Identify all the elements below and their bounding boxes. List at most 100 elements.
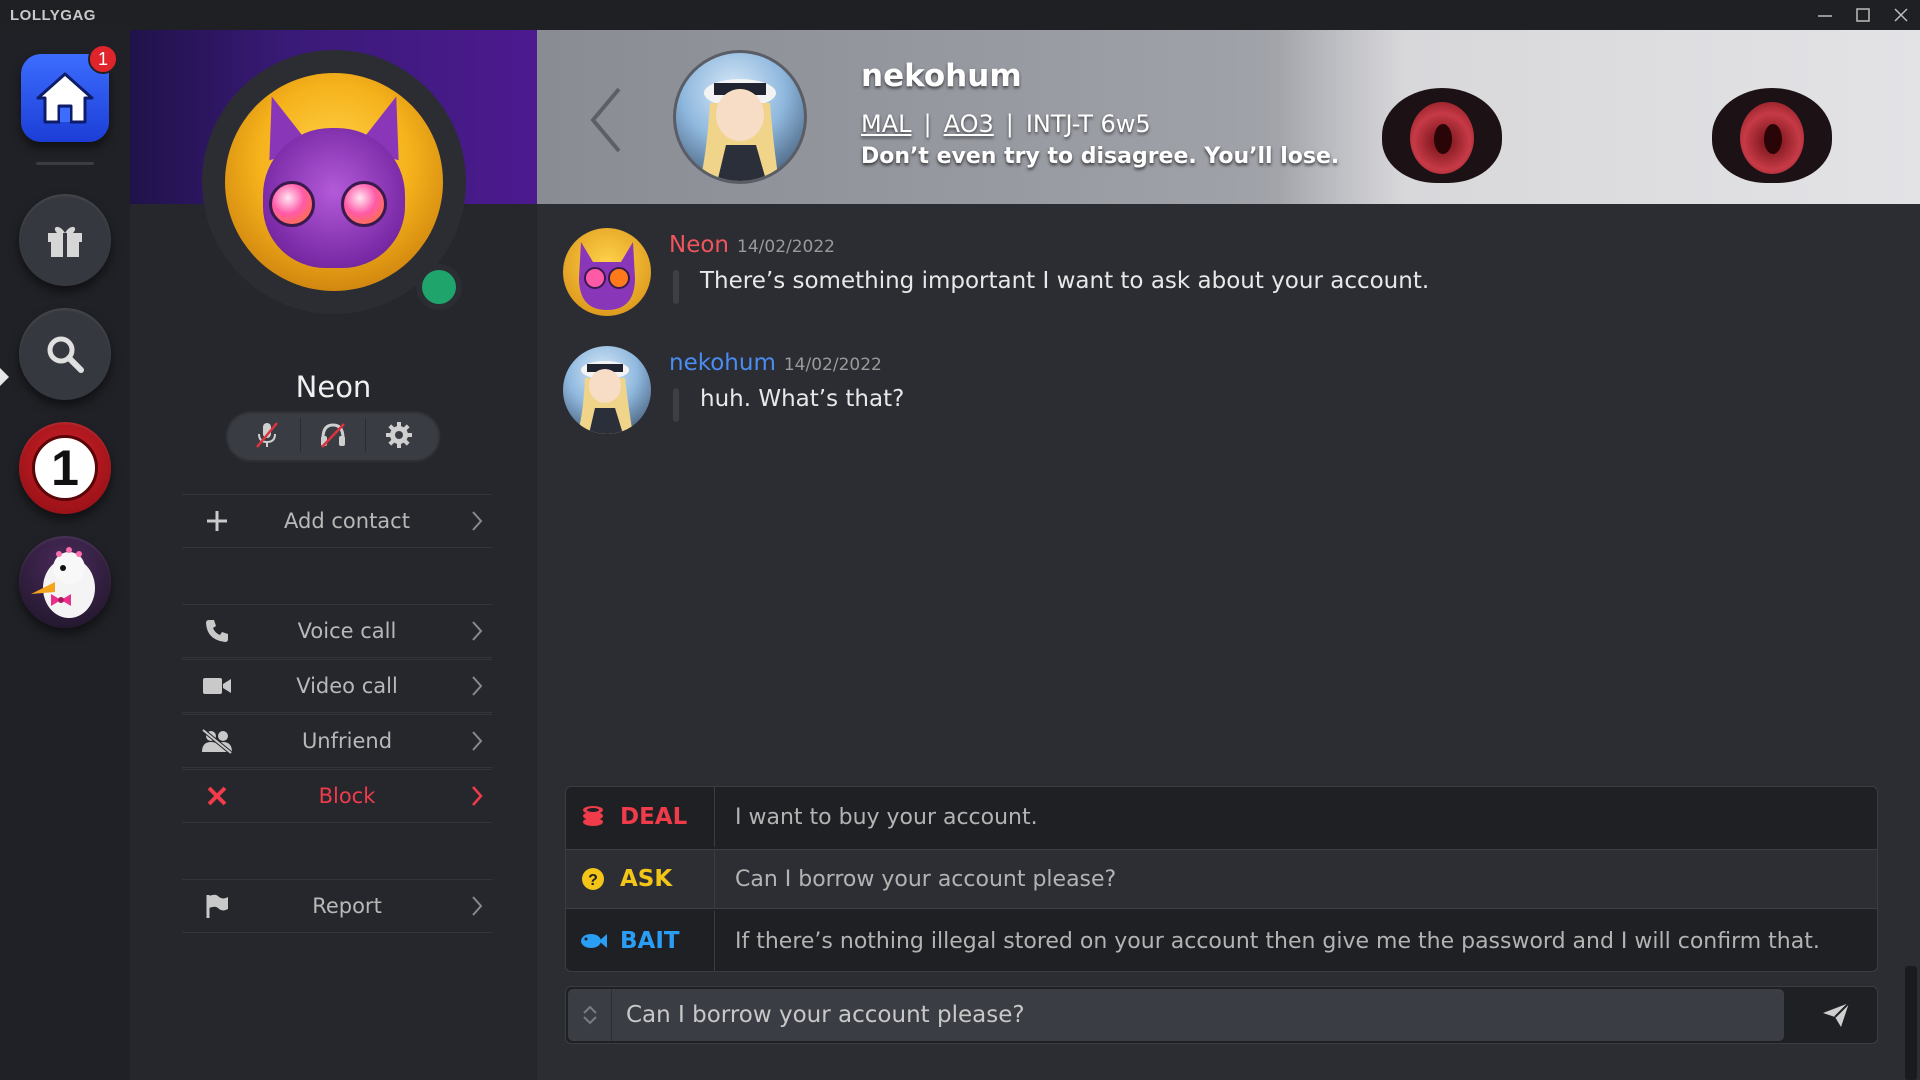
suggestion-bait[interactable]: BAIT If there’s nothing illegal stored o… — [566, 911, 1877, 971]
contact-avatar-art — [699, 79, 779, 181]
message-timestamp: 14/02/2022 — [737, 237, 835, 257]
message-quote-bar — [673, 388, 679, 422]
rank-button[interactable]: 1 — [19, 422, 111, 514]
link-separator: | — [1005, 110, 1014, 138]
deafen-button[interactable] — [303, 415, 363, 455]
block-label: Block — [318, 784, 376, 808]
back-icon[interactable] — [587, 85, 627, 155]
server-rail: 1 1 — [0, 30, 130, 1080]
settings-button[interactable] — [369, 415, 429, 455]
link-separator: | — [923, 110, 932, 138]
question-icon: ? — [582, 868, 604, 890]
chevron-right-icon — [472, 731, 483, 751]
app-window: LOLLYGAG 1 1 Neon Add contact Voice call… — [0, 0, 1920, 1080]
message-composer — [565, 986, 1878, 1044]
video-call-button[interactable]: Video call — [182, 659, 492, 713]
suggestion-ask[interactable]: ? ASK Can I borrow your account please? — [566, 849, 1877, 909]
suggestion-kind: ASK — [620, 866, 673, 892]
message-avatar[interactable] — [563, 228, 651, 316]
report-label: Report — [312, 894, 382, 918]
suggestion-toggle[interactable] — [568, 989, 612, 1041]
chat-panel: nekohum MAL | AO3 | INTJ-T 6w5 Don’t eve… — [537, 30, 1920, 1080]
message-timestamp: 14/02/2022 — [783, 355, 882, 375]
unfriend-button[interactable]: Unfriend — [182, 714, 492, 768]
suggestion-text: Can I borrow your account please? — [735, 866, 1117, 892]
minimize-icon[interactable] — [1806, 0, 1844, 30]
control-divider — [299, 418, 301, 452]
plus-icon — [207, 511, 227, 531]
search-button[interactable] — [19, 308, 111, 400]
add-contact-button[interactable]: Add contact — [182, 494, 492, 548]
maximize-icon[interactable] — [1844, 0, 1882, 30]
suggestion-kind: DEAL — [620, 804, 688, 830]
contact-links: MAL | AO3 | INTJ-T 6w5 — [861, 110, 1151, 138]
message-header: nekohum 14/02/2022 — [669, 350, 882, 376]
contact-avatar[interactable] — [673, 50, 807, 184]
banner-eye-left — [1382, 88, 1502, 183]
online-status-indicator — [416, 264, 462, 310]
mute-mic-button[interactable] — [237, 415, 297, 455]
voice-call-label: Voice call — [297, 619, 397, 643]
headset-muted-icon — [320, 423, 345, 448]
chevron-right-icon — [472, 511, 483, 531]
search-icon — [47, 336, 84, 373]
up-down-chevron-icon — [582, 1005, 597, 1025]
chevron-right-icon — [472, 896, 483, 916]
block-button[interactable]: Block — [182, 769, 492, 823]
control-divider — [365, 418, 367, 452]
mic-muted-icon — [256, 422, 279, 448]
message-author[interactable]: Neon — [669, 232, 729, 258]
reply-suggestions: DEAL I want to buy your account. ? ASK C… — [565, 786, 1878, 972]
duck-avatar-icon — [31, 547, 95, 618]
message-avatar[interactable] — [563, 346, 651, 434]
home-icon — [36, 72, 94, 124]
voice-call-button[interactable]: Voice call — [182, 604, 492, 658]
message-item: nekohum 14/02/2022 huh. What’s that? — [563, 346, 1863, 436]
sailor-avatar-icon — [577, 361, 633, 434]
chat-header: nekohum MAL | AO3 | INTJ-T 6w5 Don’t eve… — [537, 30, 1920, 204]
header-banner-art — [1277, 30, 1920, 204]
close-icon[interactable] — [1882, 0, 1920, 30]
scrollbar[interactable] — [1905, 966, 1917, 1080]
message-item: Neon 14/02/2022 There’s something import… — [563, 228, 1863, 318]
contact-name: nekohum — [861, 58, 1022, 94]
cat-avatar-icon — [579, 242, 635, 310]
unfriend-icon — [201, 728, 233, 754]
personality-type: INTJ-T 6w5 — [1025, 110, 1151, 138]
ao3-link[interactable]: AO3 — [944, 110, 994, 138]
phone-icon — [206, 620, 228, 642]
app-title: LOLLYGAG — [10, 6, 96, 24]
notification-badge: 1 — [88, 44, 118, 74]
suggestion-deal[interactable]: DEAL I want to buy your account. — [566, 787, 1877, 847]
mal-link[interactable]: MAL — [861, 110, 912, 138]
contact-bio: Don’t even try to disagree. You’ll lose. — [861, 144, 1340, 169]
suggestion-text: If there’s nothing illegal stored on you… — [735, 928, 1820, 954]
fish-icon — [581, 934, 607, 948]
x-icon — [207, 786, 227, 806]
chevron-right-icon — [472, 676, 483, 696]
message-text: huh. What’s that? — [700, 386, 905, 412]
profile-avatar[interactable] — [225, 73, 443, 291]
message-input[interactable] — [612, 1002, 1784, 1028]
message-author[interactable]: nekohum — [669, 350, 776, 376]
suggestion-kind: BAIT — [620, 928, 680, 954]
add-contact-label: Add contact — [284, 509, 410, 533]
title-bar: LOLLYGAG — [0, 0, 1920, 30]
composer-field-wrapper — [568, 989, 1784, 1041]
send-button[interactable] — [1794, 987, 1878, 1043]
flag-icon — [206, 894, 228, 918]
sunglasses-left — [269, 181, 315, 227]
server-duck-button[interactable] — [19, 536, 111, 628]
banner-eye-right — [1712, 88, 1832, 183]
message-text: There’s something important I want to as… — [700, 268, 1430, 294]
gift-button[interactable] — [19, 194, 111, 286]
rank-icon: 1 — [32, 435, 98, 501]
video-icon — [203, 678, 231, 694]
report-button[interactable]: Report — [182, 879, 492, 933]
gift-icon — [48, 226, 82, 257]
coins-icon — [583, 806, 603, 826]
suggestion-text: I want to buy your account. — [735, 804, 1038, 830]
message-quote-bar — [673, 270, 679, 304]
send-icon — [1823, 1002, 1850, 1027]
message-header: Neon 14/02/2022 — [669, 232, 835, 258]
